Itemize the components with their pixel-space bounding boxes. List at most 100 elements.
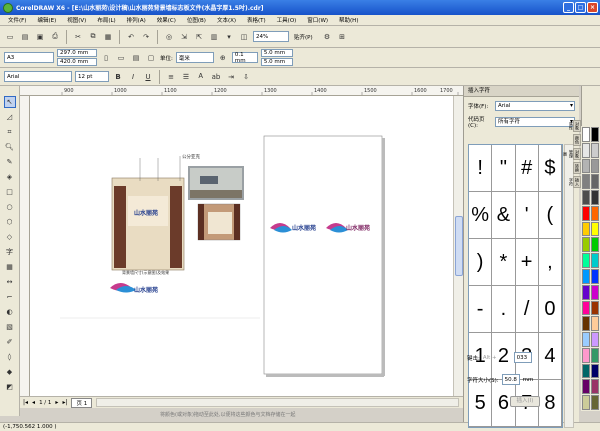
glyph-cell[interactable]: 4 bbox=[538, 333, 562, 380]
pick-tool-icon[interactable]: ↖ bbox=[3, 96, 16, 108]
welcome-screen-icon[interactable]: ◫ bbox=[238, 31, 250, 43]
menu-text[interactable]: 文本(X) bbox=[217, 16, 236, 24]
vertical-text-icon[interactable]: ⇩ bbox=[240, 71, 252, 83]
save-icon[interactable]: ▣ bbox=[34, 31, 46, 43]
logo-on-page-left[interactable]: 山水丽苑 bbox=[270, 223, 316, 233]
portrait-icon[interactable]: ▯ bbox=[100, 52, 112, 64]
color-swatch[interactable] bbox=[591, 300, 599, 316]
minimize-button[interactable]: _ bbox=[563, 2, 574, 13]
docker-tab[interactable]: 对象管理器 bbox=[563, 148, 581, 160]
font-family-select[interactable]: Arial bbox=[4, 71, 72, 82]
vertical-ruler[interactable] bbox=[20, 96, 30, 396]
scroll-thumb[interactable] bbox=[455, 216, 463, 276]
menu-table[interactable]: 表格(T) bbox=[247, 16, 266, 24]
glyph-cell[interactable]: ' bbox=[515, 192, 539, 239]
all-pages-icon[interactable]: ▤ bbox=[130, 52, 142, 64]
rectangle-tool-icon[interactable]: □ bbox=[4, 186, 16, 198]
color-swatch[interactable] bbox=[591, 221, 599, 237]
connector-tool-icon[interactable]: ⌐ bbox=[4, 291, 16, 303]
color-swatch[interactable] bbox=[582, 158, 590, 174]
italic-icon[interactable]: I bbox=[127, 71, 139, 83]
color-swatch[interactable] bbox=[591, 158, 599, 174]
color-swatch[interactable] bbox=[582, 221, 590, 237]
maximize-button[interactable]: □ bbox=[575, 2, 586, 13]
text-tool-icon[interactable]: 字 bbox=[4, 246, 16, 258]
bold-icon[interactable]: B bbox=[112, 71, 124, 83]
horizontal-scrollbar[interactable] bbox=[96, 398, 459, 407]
menu-arrange[interactable]: 排列(A) bbox=[127, 16, 146, 24]
menu-window[interactable]: 窗口(W) bbox=[307, 16, 328, 24]
first-page-icon[interactable]: |◂ bbox=[23, 399, 28, 406]
color-swatch[interactable] bbox=[582, 363, 590, 379]
outline-tool-icon[interactable]: ◊ bbox=[4, 351, 16, 363]
underline-icon[interactable]: U bbox=[142, 71, 154, 83]
glyph-cell[interactable]: ) bbox=[469, 239, 493, 286]
blend-tool-icon[interactable]: ◐ bbox=[4, 306, 16, 318]
color-swatch[interactable] bbox=[582, 284, 590, 300]
logo-small[interactable]: 山水丽苑 bbox=[110, 283, 158, 294]
eyedropper-tool-icon[interactable]: ✐ bbox=[4, 336, 16, 348]
color-swatch[interactable] bbox=[582, 316, 590, 332]
glyph-cell[interactable]: " bbox=[492, 145, 516, 192]
color-swatch[interactable] bbox=[591, 205, 599, 221]
color-swatch[interactable] bbox=[591, 379, 599, 395]
horizontal-text-icon[interactable]: ⇥ bbox=[225, 71, 237, 83]
interactive-fill-icon[interactable]: ◩ bbox=[4, 381, 16, 393]
menu-file[interactable]: 文件(F) bbox=[8, 16, 26, 24]
print-icon[interactable]: ⎙ bbox=[49, 31, 61, 43]
color-swatch[interactable] bbox=[582, 300, 590, 316]
color-swatch[interactable] bbox=[582, 395, 590, 410]
search-content-icon[interactable]: ◎ bbox=[163, 31, 175, 43]
drop-cap-icon[interactable]: Ꭺ bbox=[195, 71, 207, 83]
publish-pdf-icon[interactable]: ▥ bbox=[208, 31, 220, 43]
color-swatch[interactable] bbox=[582, 268, 590, 284]
color-swatch[interactable] bbox=[582, 347, 590, 363]
insert-button[interactable]: 插入(I) bbox=[510, 396, 540, 407]
vertical-scrollbar[interactable] bbox=[453, 96, 463, 396]
color-swatch[interactable] bbox=[591, 174, 599, 190]
codepage-select[interactable]: 所有字符 bbox=[495, 117, 575, 127]
freehand-tool-icon[interactable]: ✎ bbox=[4, 156, 16, 168]
fill-tool-icon[interactable]: ◆ bbox=[4, 366, 16, 378]
align-icon[interactable]: ≡ bbox=[165, 71, 177, 83]
color-swatch[interactable] bbox=[582, 142, 590, 158]
a3-page[interactable] bbox=[263, 135, 385, 377]
color-swatch[interactable] bbox=[582, 379, 590, 395]
undo-icon[interactable]: ↶ bbox=[125, 31, 137, 43]
color-swatch[interactable] bbox=[582, 237, 590, 253]
glyph-cell[interactable]: $ bbox=[538, 145, 562, 192]
zoom-tool-icon[interactable]: 🔍︎ bbox=[4, 141, 16, 153]
menu-help[interactable]: 帮助(H) bbox=[339, 16, 358, 24]
glyph-cell[interactable]: , bbox=[538, 239, 562, 286]
page-tab[interactable]: 页 1 bbox=[71, 397, 93, 408]
transparency-tool-icon[interactable]: ▧ bbox=[4, 321, 16, 333]
glyph-cell[interactable]: ( bbox=[538, 192, 562, 239]
landscape-icon[interactable]: ▭ bbox=[115, 52, 127, 64]
docker-tab[interactable]: 颜色 bbox=[573, 134, 581, 146]
glyph-cell[interactable]: / bbox=[515, 286, 539, 333]
duplicate-y-input[interactable]: 5.0 mm bbox=[260, 58, 293, 66]
docker-tab[interactable]: 转换 bbox=[573, 162, 581, 174]
close-button[interactable]: × bbox=[587, 2, 598, 13]
color-swatch[interactable] bbox=[582, 190, 590, 205]
page-height-input[interactable]: 420.0 mm bbox=[57, 58, 97, 66]
parallel-dimension-icon[interactable]: ↔ bbox=[4, 276, 16, 288]
paste-icon[interactable]: ▦ bbox=[102, 31, 114, 43]
glyph-cell[interactable]: & bbox=[492, 192, 516, 239]
keystroke-code-input[interactable]: 033 bbox=[513, 352, 532, 363]
menu-effects[interactable]: 效果(C) bbox=[157, 16, 176, 24]
nudge-distance-input[interactable]: 0.1 mm bbox=[231, 52, 258, 64]
new-doc-icon[interactable]: ▭ bbox=[4, 31, 16, 43]
polygon-tool-icon[interactable]: ⬡ bbox=[4, 216, 16, 228]
edit-text-icon[interactable]: ab bbox=[210, 71, 222, 83]
glyph-cell[interactable]: + bbox=[515, 239, 539, 286]
color-swatch[interactable] bbox=[591, 127, 599, 142]
units-select[interactable]: 毫米 bbox=[175, 52, 214, 63]
copy-icon[interactable]: ⧉ bbox=[87, 31, 99, 43]
last-page-icon[interactable]: ▸| bbox=[62, 399, 67, 406]
glyph-cell[interactable]: * bbox=[492, 239, 516, 286]
options-icon[interactable]: ⚙ bbox=[321, 31, 333, 43]
docker-font-select[interactable]: Arial bbox=[495, 101, 575, 111]
drawing-canvas[interactable]: 山水丽苑 公分亚克 背景墙尺寸(示意图)及效果 山水丽苑 山水丽苑 山水丽苑 bbox=[30, 96, 453, 396]
menu-view[interactable]: 视图(V) bbox=[67, 16, 86, 24]
